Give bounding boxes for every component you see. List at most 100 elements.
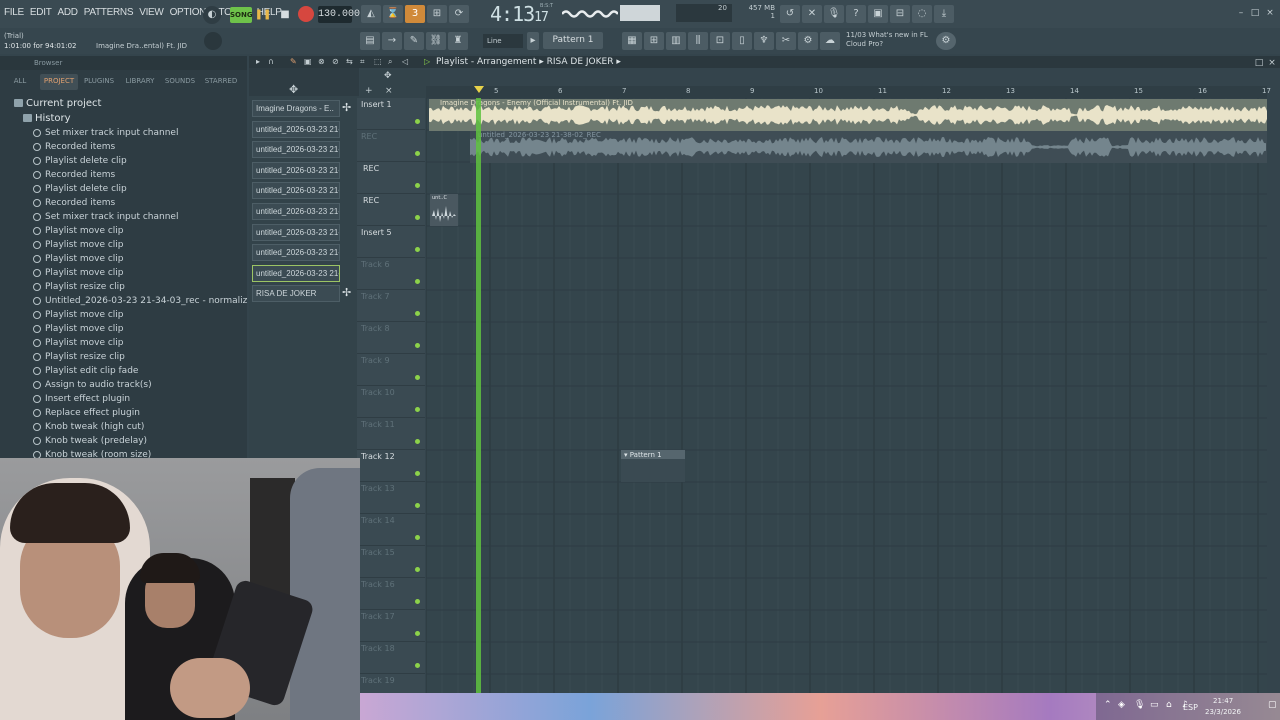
playhead[interactable] <box>476 98 481 693</box>
slice-tool-icon[interactable]: ⌗ <box>360 57 365 67</box>
record-button[interactable] <box>298 6 314 22</box>
menu-view[interactable]: VIEW <box>139 7 164 18</box>
clip-source-item[interactable]: untitled_2026-03-23 21-.. <box>252 203 340 220</box>
menu-file[interactable]: FILE <box>4 7 24 18</box>
track-mute-led-icon[interactable] <box>415 311 420 316</box>
track-mute-led-icon[interactable] <box>415 343 420 348</box>
close-icon[interactable]: × <box>1265 8 1275 18</box>
track-mute-led-icon[interactable] <box>415 407 420 412</box>
track-mute-led-icon[interactable] <box>415 151 420 156</box>
track-header[interactable]: Track 8 <box>357 322 425 354</box>
tray-battery-icon[interactable]: ▭ <box>1150 700 1159 710</box>
tab-all[interactable]: ALL <box>0 74 40 90</box>
undo-icon[interactable]: ↺ <box>780 5 800 23</box>
clip-source-item[interactable]: untitled_2026-03-23 21-.. <box>252 161 340 179</box>
loop-record-icon[interactable]: ⟳ <box>449 5 469 23</box>
clip-source-item[interactable]: untitled_2026-03-23 21-.. <box>252 244 340 262</box>
history-item[interactable]: Recorded items <box>0 196 247 210</box>
track-mute-led-icon[interactable] <box>415 375 420 380</box>
track-mute-led-icon[interactable] <box>415 663 420 668</box>
tray-mic-icon[interactable]: 🎙 <box>1134 700 1145 710</box>
plugin-icon[interactable]: ⊟ <box>890 5 910 23</box>
history-item[interactable]: Playlist move clip <box>0 322 247 336</box>
history-item[interactable]: Playlist move clip <box>0 336 247 350</box>
track-mute-led-icon[interactable] <box>415 503 420 508</box>
track-header[interactable]: Track 7 <box>357 290 425 322</box>
history-item[interactable]: Set mixer track input channel <box>0 126 247 140</box>
stamp-icon[interactable]: ♜ <box>448 32 468 50</box>
track-mute-led-icon[interactable] <box>415 215 420 220</box>
help-icon[interactable]: ? <box>846 5 866 23</box>
menu-edit[interactable]: EDIT <box>30 7 52 18</box>
history-item[interactable]: Recorded items <box>0 168 247 182</box>
playlist-icon[interactable]: ▦ <box>622 32 642 50</box>
history-item[interactable]: Knob tweak (predelay) <box>0 434 247 448</box>
history-item[interactable]: Playlist move clip <box>0 308 247 322</box>
wait-input-icon[interactable]: ⌛ <box>383 5 403 23</box>
history-item[interactable]: Playlist move clip <box>0 252 247 266</box>
language-indicator[interactable]: ESP <box>1183 703 1198 712</box>
tab-project[interactable]: PROJECT <box>40 74 78 90</box>
mixer-view-icon[interactable]: ⫼ <box>688 32 708 50</box>
menu-patterns[interactable]: PATTERNS <box>84 7 134 18</box>
history-item[interactable]: Playlist move clip <box>0 266 247 280</box>
slip-tool-icon[interactable]: ⇆ <box>346 57 353 66</box>
track-header[interactable]: Track 18 <box>357 642 425 674</box>
track-header[interactable]: Insert 1 <box>357 98 425 130</box>
mic-icon[interactable]: 🎙 <box>824 5 844 23</box>
clock-date[interactable]: 23/3/2026 <box>1205 708 1241 716</box>
playlist-menu-icon[interactable]: ▸ <box>256 57 260 66</box>
track-move-icon[interactable]: ✥ <box>384 71 392 81</box>
chat-icon[interactable]: ◌ <box>912 5 932 23</box>
download-icon[interactable]: ⤓ <box>934 5 954 23</box>
tray-network-icon[interactable]: ⌂ <box>1166 700 1172 710</box>
playlist-play-icon[interactable]: ▷ <box>424 57 430 66</box>
midi-icon[interactable]: ⚙ <box>798 32 818 50</box>
countdown-icon[interactable]: 3 <box>405 5 425 23</box>
move-icon[interactable]: ✥ <box>289 83 298 96</box>
clip-source-item[interactable]: RISA DE JOKER <box>252 285 340 303</box>
track-mute-led-icon[interactable] <box>415 183 420 188</box>
history-item[interactable]: Playlist resize clip <box>0 280 247 294</box>
track-mute-led-icon[interactable] <box>415 247 420 252</box>
history-item[interactable]: Playlist edit clip fade <box>0 364 247 378</box>
track-header[interactable]: Track 17 <box>357 610 425 642</box>
plugin-picker-icon[interactable]: ♆ <box>754 32 774 50</box>
tab-library[interactable]: LIBRARY <box>120 74 160 90</box>
tools-icon[interactable]: ✂ <box>776 32 796 50</box>
track-mute-led-icon[interactable] <box>415 535 420 540</box>
select-tool-icon[interactable]: ⬚ <box>374 57 382 66</box>
clip-source-item[interactable]: untitled_2026-03-23 21-.. <box>252 182 340 200</box>
menu-add[interactable]: ADD <box>58 7 79 18</box>
track-mute-led-icon[interactable] <box>415 567 420 572</box>
clip-source-item[interactable]: untitled_2026-03-23 21-.. <box>252 264 340 282</box>
track-header[interactable]: Track 12 <box>357 450 425 482</box>
link-icon[interactable]: ⛓ <box>426 32 446 50</box>
track-header[interactable]: Insert 5 <box>357 226 425 258</box>
tab-plugins[interactable]: PLUGINS <box>78 74 120 90</box>
history-item[interactable]: Assign to audio track(s) <box>0 378 247 392</box>
history-item[interactable]: Insert effect plugin <box>0 392 247 406</box>
cloud-icon[interactable]: ☁ <box>820 32 840 50</box>
track-header[interactable]: Track 16 <box>357 578 425 610</box>
track-header[interactable]: REC <box>357 130 425 162</box>
track-mute-led-icon[interactable] <box>415 439 420 444</box>
draw-tool-icon[interactable]: ✎ <box>290 57 297 66</box>
track-header[interactable]: REC <box>357 194 425 226</box>
track-header[interactable]: Track 6 <box>357 258 425 290</box>
history-item[interactable]: Untitled_2026-03-23 21-34-03_rec - norma… <box>0 294 247 308</box>
master-pitch-knob-icon[interactable] <box>204 32 222 50</box>
delete-tool-icon[interactable]: ⊗ <box>318 57 325 66</box>
clock-time[interactable]: 21:47 <box>1213 697 1233 705</box>
history-item[interactable]: Set mixer track input channel <box>0 210 247 224</box>
history-item[interactable]: Recorded items <box>0 140 247 154</box>
clip-add-icon[interactable]: ✢ <box>342 287 351 298</box>
step-seq-icon[interactable]: ⊞ <box>644 32 664 50</box>
track-header[interactable]: Track 14 <box>357 514 425 546</box>
playback-tool-icon[interactable]: ◁ <box>402 57 408 66</box>
track-header[interactable]: REC <box>357 162 425 194</box>
arrangement-grid[interactable] <box>426 98 1267 693</box>
tray-chevron-icon[interactable]: ⌃ <box>1104 700 1112 710</box>
metronome-icon[interactable]: ◭ <box>361 5 381 23</box>
playhead-marker-icon[interactable] <box>474 86 484 93</box>
